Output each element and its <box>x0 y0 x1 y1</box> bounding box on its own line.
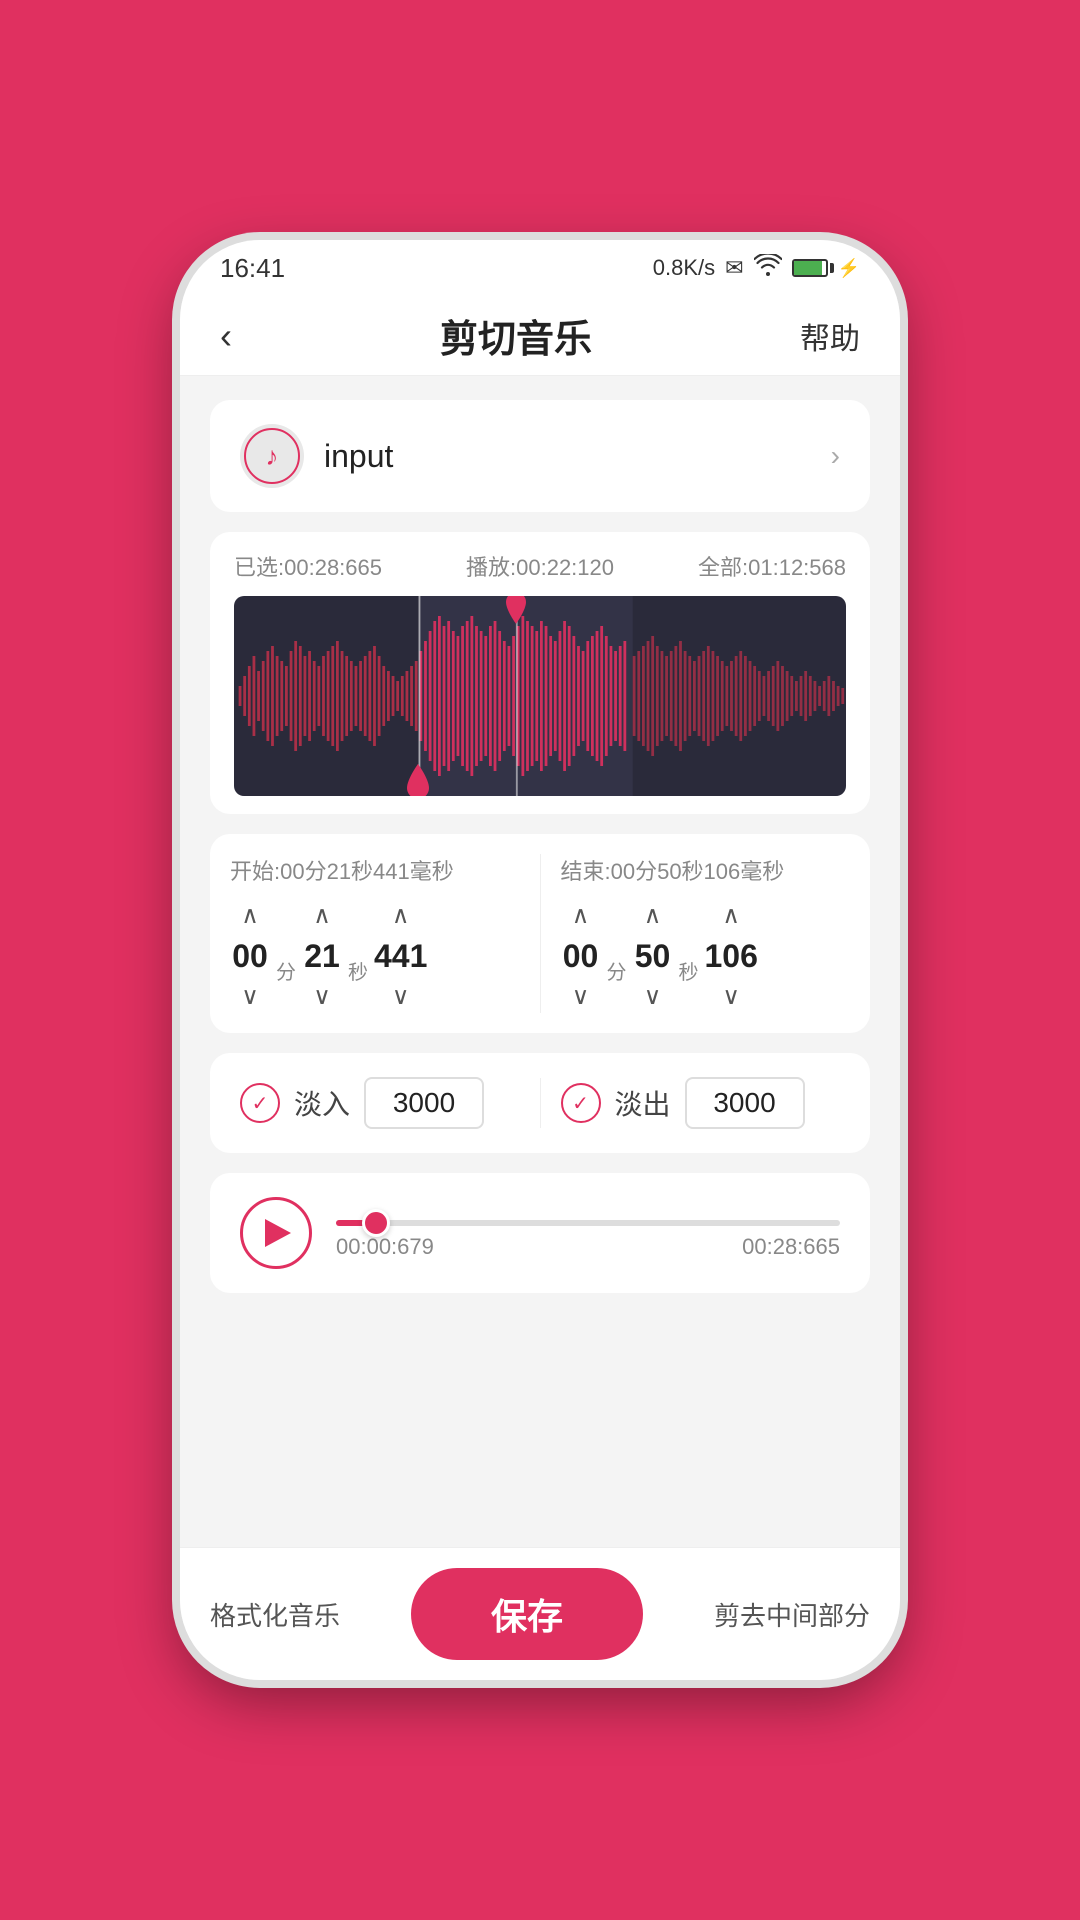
start-minutes-col: ∧ 00 ∨ <box>230 900 270 1013</box>
start-seconds-up[interactable]: ∧ <box>305 900 339 932</box>
end-seconds-down[interactable]: ∨ <box>636 981 670 1013</box>
main-content: ♪ input › 已选:00:28:665 播放:00:22:120 全部:0… <box>180 376 900 1547</box>
fade-out-check[interactable]: ✓ <box>561 1083 601 1123</box>
end-seconds-up[interactable]: ∧ <box>636 900 670 932</box>
help-button[interactable]: 帮助 <box>800 314 860 358</box>
battery-icon: ⚡ <box>792 258 860 279</box>
end-seconds-unit: 秒 <box>679 956 699 985</box>
start-ms-down[interactable]: ∨ <box>384 981 418 1013</box>
start-seconds-value: 21 <box>302 938 342 975</box>
message-icon: ✉ <box>725 255 743 281</box>
end-minutes-unit: 分 <box>607 956 627 985</box>
page-title: 剪切音乐 <box>440 308 592 363</box>
format-music-button[interactable]: 格式化音乐 <box>210 1596 340 1633</box>
fade-in-label: 淡入 <box>294 1083 350 1123</box>
slider-thumb[interactable] <box>362 1209 390 1237</box>
fade-out-label: 淡出 <box>615 1083 671 1123</box>
start-ms-col: ∧ 441 ∨ <box>374 900 427 1013</box>
network-speed: 0.8K/s <box>653 255 715 281</box>
fade-in-input[interactable] <box>364 1077 484 1129</box>
start-time-section: 开始:00分21秒441毫秒 ∧ 00 ∨ 分 ∧ 21 ∨ <box>230 854 520 1013</box>
end-time-controls: ∧ 00 ∨ 分 ∧ 50 ∨ 秒 ∧ 106 <box>561 900 851 1013</box>
time-sections: 开始:00分21秒441毫秒 ∧ 00 ∨ 分 ∧ 21 ∨ <box>230 854 850 1013</box>
start-minutes-up[interactable]: ∧ <box>233 900 267 932</box>
fade-out-input[interactable] <box>685 1077 805 1129</box>
time-divider <box>540 854 541 1013</box>
end-ms-down[interactable]: ∨ <box>714 981 748 1013</box>
clock: 16:41 <box>220 253 285 284</box>
start-ms-value: 441 <box>374 938 427 975</box>
end-minutes-down[interactable]: ∨ <box>564 981 598 1013</box>
playback-row: 00:00:679 00:28:665 <box>240 1197 840 1269</box>
nav-bar: ‹ 剪切音乐 帮助 <box>180 296 900 376</box>
total-time-label: 全部:01:12:568 <box>698 550 846 582</box>
end-seconds-value: 50 <box>633 938 673 975</box>
fade-card: ✓ 淡入 ✓ 淡出 <box>210 1053 870 1153</box>
wifi-icon <box>754 254 782 282</box>
playhead-bottom-marker[interactable] <box>398 755 438 796</box>
fade-out-item: ✓ 淡出 <box>561 1077 841 1129</box>
music-note-icon: ♪ <box>266 441 279 472</box>
end-minutes-value: 00 <box>561 938 601 975</box>
start-seconds-down[interactable]: ∨ <box>305 981 339 1013</box>
end-time-section: 结束:00分50秒106毫秒 ∧ 00 ∨ 分 ∧ 50 ∨ <box>561 854 851 1013</box>
start-minutes-down[interactable]: ∨ <box>233 981 267 1013</box>
status-bar: 16:41 0.8K/s ✉ ⚡ <box>220 240 860 296</box>
slider-times: 00:00:679 00:28:665 <box>336 1234 840 1260</box>
end-time-label: 结束:00分50秒106毫秒 <box>561 854 851 886</box>
end-seconds-col: ∧ 50 ∨ <box>633 900 673 1013</box>
progress-slider[interactable] <box>336 1220 840 1226</box>
play-icon <box>265 1219 291 1247</box>
start-minutes-unit: 分 <box>276 956 296 985</box>
start-minutes-value: 00 <box>230 938 270 975</box>
waveform-svg <box>234 596 846 796</box>
fade-divider <box>540 1078 541 1128</box>
status-icons: 0.8K/s ✉ ⚡ <box>653 254 860 282</box>
music-icon: ♪ <box>244 428 300 484</box>
end-ms-col: ∧ 106 ∨ <box>705 900 758 1013</box>
waveform-container[interactable] <box>234 596 846 796</box>
total-time: 00:28:665 <box>742 1234 840 1260</box>
playhead-top-marker[interactable] <box>496 596 536 637</box>
file-row[interactable]: ♪ input › <box>240 424 840 488</box>
playback-card: 00:00:679 00:28:665 <box>210 1173 870 1293</box>
waveform-card: 已选:00:28:665 播放:00:22:120 全部:01:12:568 <box>210 532 870 814</box>
time-editor-card: 开始:00分21秒441毫秒 ∧ 00 ∨ 分 ∧ 21 ∨ <box>210 834 870 1033</box>
end-minutes-col: ∧ 00 ∨ <box>561 900 601 1013</box>
file-selector-card: ♪ input › <box>210 400 870 512</box>
slider-section: 00:00:679 00:28:665 <box>336 1206 840 1260</box>
end-ms-value: 106 <box>705 938 758 975</box>
back-button[interactable]: ‹ <box>220 315 232 357</box>
start-seconds-unit: 秒 <box>348 956 368 985</box>
start-time-label: 开始:00分21秒441毫秒 <box>230 854 520 886</box>
fade-in-check[interactable]: ✓ <box>240 1083 280 1123</box>
start-seconds-col: ∧ 21 ∨ <box>302 900 342 1013</box>
current-time: 00:00:679 <box>336 1234 434 1260</box>
music-icon-wrap: ♪ <box>240 424 304 488</box>
file-name: input <box>324 438 811 475</box>
selected-time-label: 已选:00:28:665 <box>234 550 382 582</box>
play-time-label: 播放:00:22:120 <box>466 550 614 582</box>
save-button[interactable]: 保存 <box>411 1568 643 1660</box>
play-button[interactable] <box>240 1197 312 1269</box>
bottom-bar: 格式化音乐 保存 剪去中间部分 <box>180 1547 900 1680</box>
waveform-stats: 已选:00:28:665 播放:00:22:120 全部:01:12:568 <box>234 550 846 582</box>
end-ms-up[interactable]: ∧ <box>714 900 748 932</box>
fade-row: ✓ 淡入 ✓ 淡出 <box>240 1077 840 1129</box>
end-minutes-up[interactable]: ∧ <box>564 900 598 932</box>
start-ms-up[interactable]: ∧ <box>384 900 418 932</box>
start-time-controls: ∧ 00 ∨ 分 ∧ 21 ∨ 秒 ∧ 441 <box>230 900 520 1013</box>
trim-middle-button[interactable]: 剪去中间部分 <box>714 1596 870 1633</box>
fade-in-item: ✓ 淡入 <box>240 1077 520 1129</box>
chevron-right-icon: › <box>831 440 840 472</box>
